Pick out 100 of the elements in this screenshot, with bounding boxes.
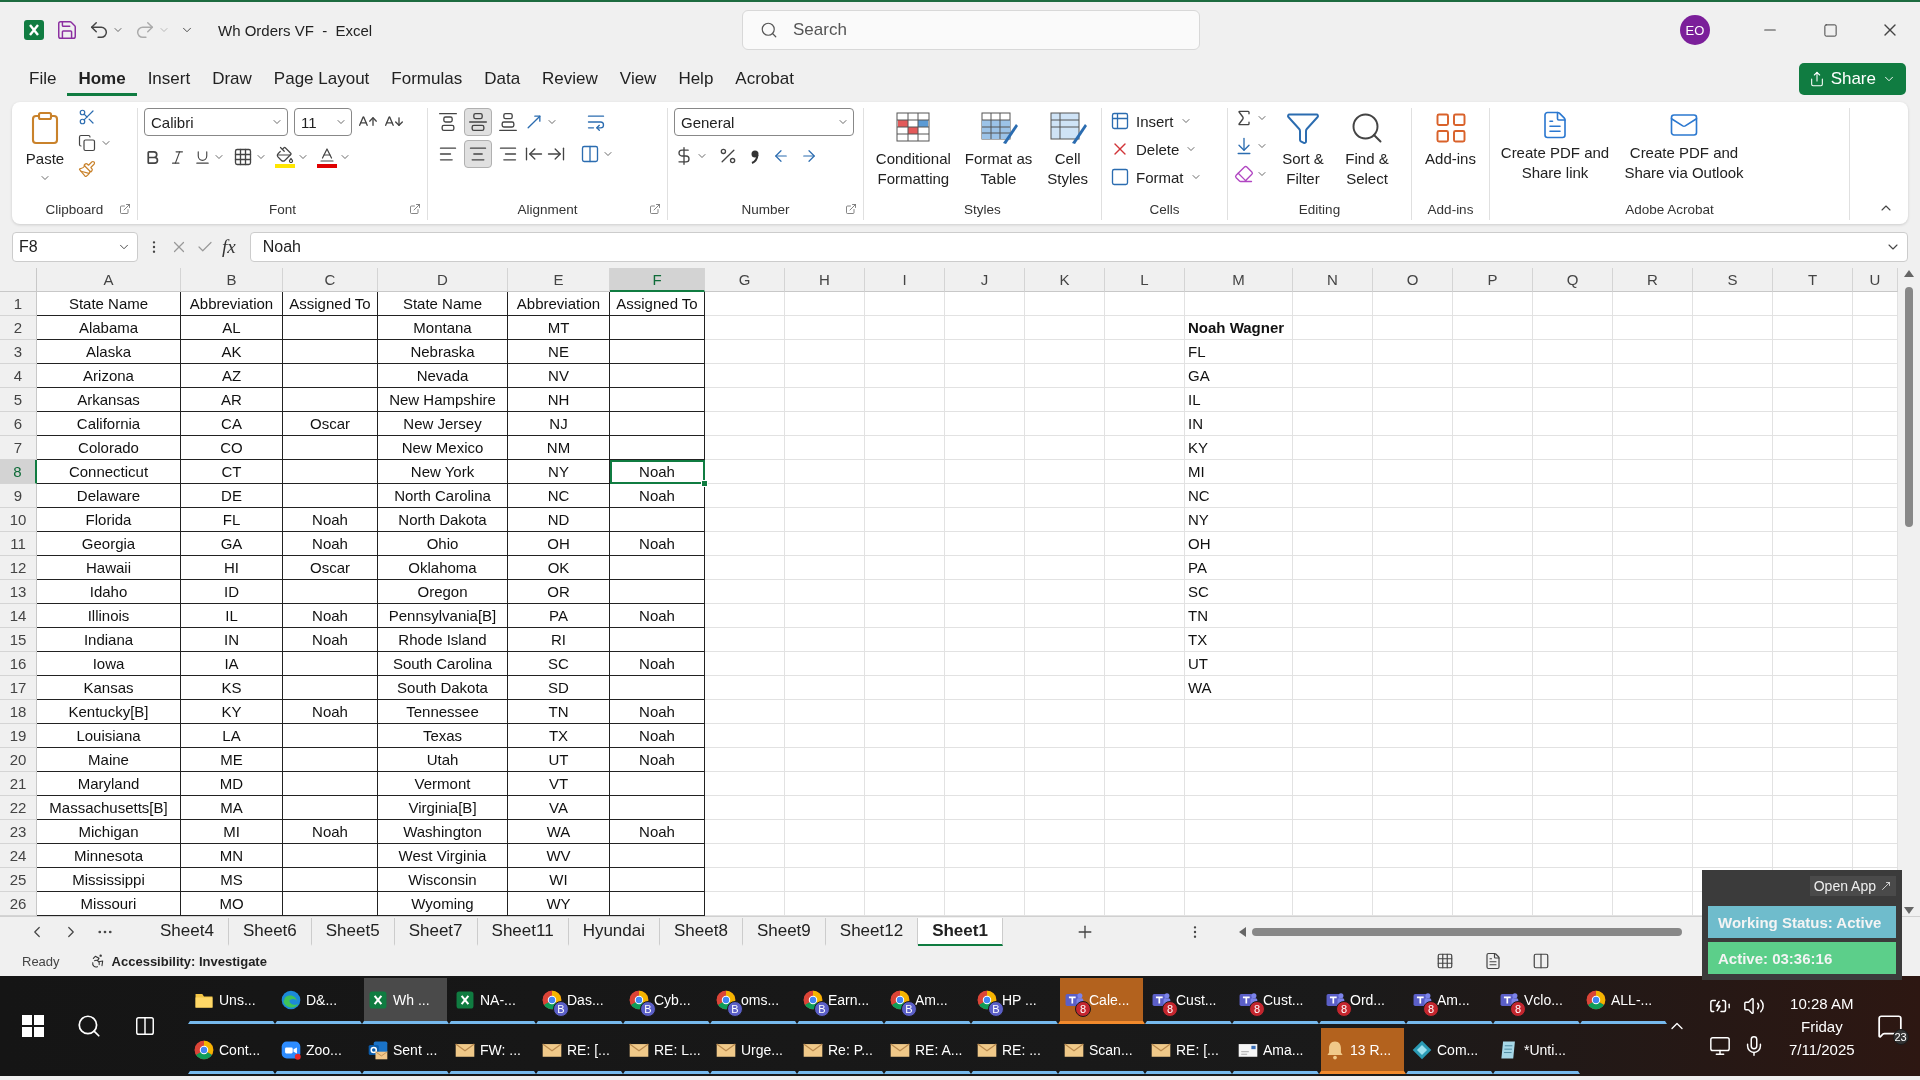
borders-icon[interactable] [233,147,253,167]
share-button[interactable]: Share [1798,63,1906,95]
ribbon-button[interactable]: Create PDF and Share via Outlook [1620,108,1748,184]
dialog-launcher-icon[interactable] [649,203,661,215]
row-header[interactable]: 23 [0,820,37,844]
taskbar-item[interactable]: 8 Cale... [1058,978,1145,1024]
column-header[interactable]: M [1185,268,1293,292]
font-size-select[interactable]: 11 [294,108,352,136]
sheet-tab[interactable]: Sheet11 [477,917,569,946]
merge-center-icon[interactable] [580,144,600,164]
search-field[interactable]: Search [742,10,1200,50]
page-break-icon[interactable] [1532,952,1550,970]
dialog-launcher-icon[interactable] [409,203,421,215]
row-header[interactable]: 11 [0,532,37,556]
column-header[interactable]: R [1613,268,1693,292]
row-header[interactable]: 8 [0,460,37,484]
redo-icon[interactable] [134,19,156,41]
format-painter-icon[interactable] [78,160,96,178]
taskbar-item[interactable]: Urge... [710,1028,797,1074]
taskbar-item[interactable]: RE: A... [884,1028,971,1074]
taskbar-item[interactable]: Ama... [1232,1028,1319,1074]
row-header[interactable]: 21 [0,772,37,796]
vertical-scrollbar[interactable] [1898,268,1920,916]
sheet-tab[interactable]: Sheet6 [228,917,312,946]
start-icon[interactable] [22,1015,44,1037]
horizontal-scrollbar[interactable] [1238,926,1682,937]
open-app-button[interactable]: Open App [1809,876,1896,896]
italic-icon[interactable] [169,148,186,166]
ribbon-button[interactable]: Find & Select [1338,108,1396,190]
search-icon[interactable] [76,1013,102,1039]
column-header[interactable]: I [865,268,945,292]
ribbon-button[interactable]: Insert [1108,108,1204,134]
share-icon[interactable] [1808,71,1825,87]
formula-field[interactable]: Noah [249,232,1908,262]
undo-icon[interactable] [88,19,110,41]
underline-icon[interactable] [194,148,211,166]
row-header[interactable]: 12 [0,556,37,580]
page-layout-icon[interactable] [1484,952,1502,970]
row-header[interactable]: 9 [0,484,37,508]
taskbar-item[interactable]: Com... [1406,1028,1493,1074]
dialog-launcher-icon[interactable] [119,203,131,215]
menu-tab[interactable]: Home [67,62,137,96]
insert-cells-icon[interactable] [1110,111,1130,131]
menu-tab[interactable]: Help [667,62,725,96]
taskbar-item[interactable]: D&... [275,978,362,1024]
taskbar-item[interactable]: ALL-... [1580,978,1667,1024]
taskbar-item[interactable]: RE: [... [536,1028,623,1074]
font-color-icon[interactable] [318,146,336,164]
decrease-decimal-icon[interactable] [800,147,818,165]
sheet-tab[interactable]: Sheet4 [146,917,229,946]
taskbar-item[interactable]: NA-... [449,978,536,1024]
user-avatar[interactable]: EO [1680,15,1710,45]
row-header[interactable]: 6 [0,412,37,436]
table-style-icon[interactable] [1047,110,1088,146]
accessibility-status[interactable]: Accessibility: Investigate [111,953,267,969]
menu-tab[interactable]: View [608,62,668,96]
row-header[interactable]: 22 [0,796,37,820]
number-format-select[interactable]: General [674,108,854,136]
ribbon-button[interactable]: Sort & Filter [1274,108,1332,190]
save-icon[interactable] [56,19,78,41]
maximize-icon[interactable] [1822,22,1838,38]
taskbar-item[interactable]: RE: [... [1145,1028,1232,1074]
ribbon-button[interactable]: Add-ins [1418,108,1483,171]
fill-color-icon[interactable] [276,146,294,164]
font-name-select[interactable]: Calibri [144,108,288,136]
menu-tab[interactable]: Formulas [380,62,474,96]
row-header[interactable]: 24 [0,844,37,868]
row-header[interactable]: 19 [0,724,37,748]
clock-day[interactable]: Friday [1800,1017,1843,1035]
taskbar-item[interactable]: 8 Ord... [1319,978,1406,1024]
ribbon-button[interactable]: Conditional Formatting [870,108,957,190]
column-header[interactable]: Q [1533,268,1613,292]
sheet-tab[interactable]: Sheet8 [660,917,743,946]
row-header[interactable]: 10 [0,508,37,532]
menu-tab[interactable]: File [18,62,68,96]
insert-function-button[interactable]: fx [222,236,236,258]
column-header[interactable]: F [610,268,705,292]
menu-tab[interactable]: Insert [136,62,202,96]
row-header[interactable]: 15 [0,628,37,652]
taskbar-item[interactable]: *Unti... [1493,1028,1580,1074]
taskbar-item[interactable]: RE: L... [623,1028,710,1074]
copy-icon[interactable] [78,134,96,152]
row-header[interactable]: 13 [0,580,37,604]
clear-icon[interactable] [1234,164,1254,184]
column-header[interactable]: C [283,268,378,292]
row-header[interactable]: 17 [0,676,37,700]
sheet-tab[interactable]: Hyundai [568,917,660,946]
taskbar-item[interactable]: Re: P... [797,1028,884,1074]
accessibility-icon[interactable] [89,953,106,969]
row-header[interactable]: 14 [0,604,37,628]
dialog-launcher-icon[interactable] [845,203,857,215]
sheet-tab[interactable]: Sheet9 [742,917,826,946]
row-header[interactable]: 25 [0,868,37,892]
sheet-tab[interactable]: Sheet7 [394,917,478,946]
row-header[interactable]: 4 [0,364,37,388]
column-header[interactable]: S [1693,268,1773,292]
row-header[interactable]: 20 [0,748,37,772]
column-header[interactable]: T [1773,268,1853,292]
ribbon-button[interactable]: Create PDF and Share link [1496,108,1614,184]
taskbar-item[interactable]: Cont... [188,1028,275,1074]
